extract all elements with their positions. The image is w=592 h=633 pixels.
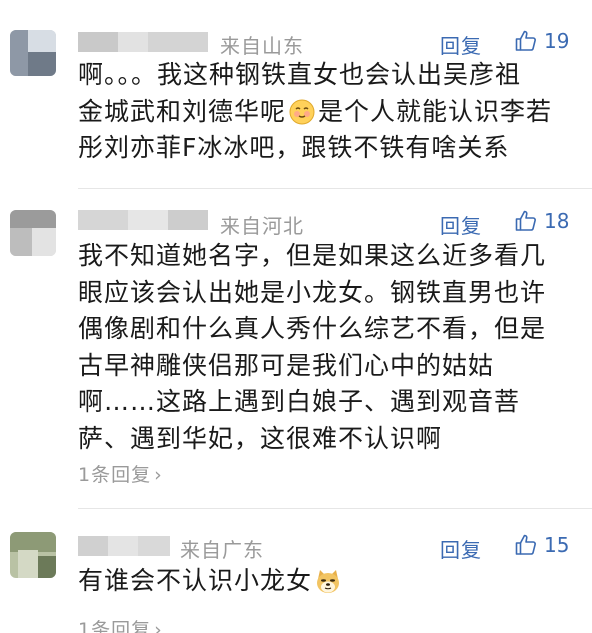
chevron-right-icon: › [154, 619, 163, 633]
username-blurred[interactable] [78, 32, 208, 52]
smiling-face-emoji-icon [288, 98, 316, 126]
comment-line-segment: 金城武和刘德华呢 [78, 96, 287, 126]
comment-line: 啊。。。我这种钢铁直女也会认出吴彦祖 [78, 60, 522, 89]
avatar[interactable] [10, 30, 56, 76]
thumbs-up-icon [515, 534, 536, 555]
reply-button[interactable]: 回复 [440, 534, 482, 563]
comment-line: 古早神雕侠侣那可是我们心中的姑姑 [78, 350, 495, 380]
divider [78, 188, 592, 189]
comment-line: 彤刘亦菲F冰冰吧，跟铁不铁有啥关系 [78, 133, 510, 162]
view-replies-link[interactable]: 1条回复 › [78, 460, 163, 487]
like-count: 15 [544, 533, 570, 557]
location-label: 来自山东 [220, 34, 304, 58]
avatar[interactable] [10, 532, 56, 578]
thumbs-up-icon [515, 210, 536, 231]
username-blurred[interactable] [78, 536, 170, 556]
divider [78, 508, 592, 509]
location-label: 来自广东 [180, 538, 264, 562]
doge-emoji-icon [314, 567, 342, 595]
comment-line: 眼应该会认出她是小龙女。钢铁直男也许 [78, 277, 547, 307]
like-count: 19 [544, 29, 570, 53]
avatar[interactable] [10, 210, 56, 256]
username-blurred[interactable] [78, 210, 208, 230]
location-label: 来自河北 [220, 214, 304, 238]
comment-line-segment: 是个人就能认识李若 [318, 96, 553, 126]
view-replies-label: 1条回复 [78, 619, 152, 633]
comment-text: 我不知道她名字，但是如果这么近多看几 眼应该会认出她是小龙女。钢铁直男也许 偶像… [78, 238, 578, 457]
comment-line: 萨、遇到华妃，这很难不认识啊 [78, 423, 443, 453]
comment-line-segment: 有谁会不认识小龙女 [78, 566, 313, 595]
thumbs-up-icon [515, 30, 536, 51]
reply-button[interactable]: 回复 [440, 30, 482, 59]
comment-text: 啊。。。我这种钢铁直女也会认出吴彦祖 金城武和刘德华呢 是个人就能认识李若 彤刘亦… [78, 57, 578, 167]
like-count: 18 [544, 209, 570, 233]
like-button[interactable]: 18 [514, 209, 569, 233]
comment-text: 有谁会不认识小龙女 [78, 563, 578, 600]
comment-line: 我不知道她名字，但是如果这么近多看几 [78, 241, 547, 270]
reply-button[interactable]: 回复 [440, 210, 482, 239]
comment-line: 有谁会不认识小龙女 [78, 563, 578, 600]
comment-line: 偶像剧和什么真人秀什么综艺不看，但是 [78, 314, 547, 343]
view-replies-label: 1条回复 [78, 464, 152, 486]
like-button[interactable]: 15 [514, 533, 569, 557]
comment-line: 啊……这路上遇到白娘子、遇到观音菩 [78, 387, 521, 416]
view-replies-link[interactable]: 1条回复 › [78, 615, 163, 633]
chevron-right-icon: › [154, 464, 163, 486]
like-button[interactable]: 19 [514, 29, 569, 53]
comment-line: 金城武和刘德华呢 是个人就能认识李若 [78, 94, 578, 131]
